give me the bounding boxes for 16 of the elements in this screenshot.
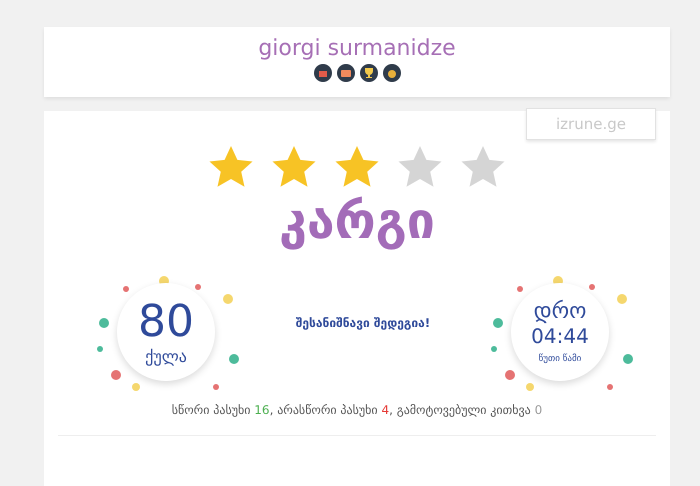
answer-summary: სწორი პასუხი 16, არასწორი პასუხი 4, გამოტოვებული კითხვა 0 xyxy=(170,403,544,417)
filled-star-icon xyxy=(209,146,253,188)
empty-star-icon xyxy=(398,146,442,188)
rating-verdict: კარგი xyxy=(278,191,436,251)
score-value: 80 xyxy=(138,298,194,344)
time-label: დრო xyxy=(534,300,586,324)
filled-star-icon xyxy=(272,146,316,188)
trophy-badge-icon xyxy=(360,64,378,82)
score-unit: ქულა xyxy=(145,346,187,366)
empty-star-icon xyxy=(461,146,505,188)
filled-star-icon xyxy=(335,146,379,188)
time-unit: წუთი წამი xyxy=(538,354,582,364)
result-message: შესანიშნავი შედეგია! xyxy=(296,316,430,330)
medal-badge-icon xyxy=(382,64,400,82)
time-value: 04:44 xyxy=(531,324,589,348)
user-name: giorgi surmanidze xyxy=(258,35,456,63)
